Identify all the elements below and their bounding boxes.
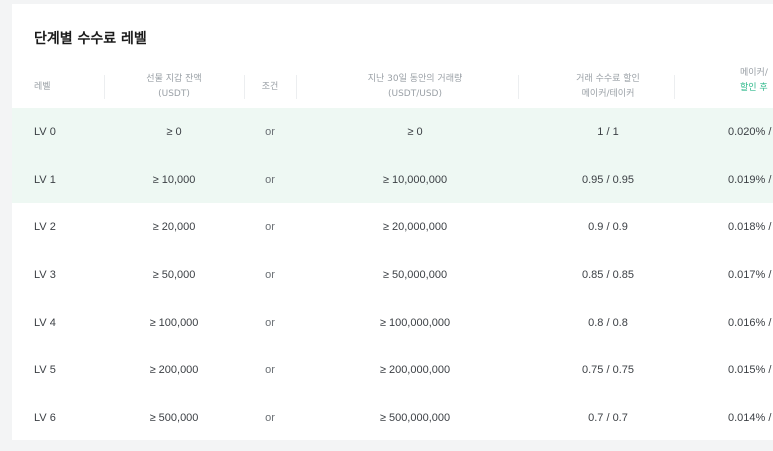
cell-fee: 0.017% / [728,268,772,281]
fee-level-card: 단계별 수수료 레벨 레벨 선물 지갑 잔액 (USDT) 조건 지난 30일 … [12,4,773,440]
table-body: LV 0 ≥ 0 or ≥ 0 1 / 1 0.020% / LV 1 ≥ 10… [12,108,773,440]
cell-volume: ≥ 200,000,000 [379,364,451,377]
cell-level: LV 4 [34,316,56,329]
cell-fee: 0.020% / [728,125,772,138]
header-condition: 조건 [244,66,296,108]
cell-volume: ≥ 0 [407,125,423,138]
header-fee-sub: 할인 후 [740,83,768,93]
table-row: LV 0 ≥ 0 or ≥ 0 1 / 1 0.020% / [12,108,773,156]
cell-balance: ≥ 0 [166,125,182,138]
table-row: LV 2 ≥ 20,000 or ≥ 20,000,000 0.9 / 0.9 … [12,203,773,251]
cell-volume: ≥ 50,000,000 [382,268,448,281]
cell-level: LV 6 [34,411,56,424]
header-level: 레벨 [34,66,114,108]
cell-condition: or [265,364,275,377]
cell-volume: ≥ 500,000,000 [379,411,451,424]
cell-fee: 0.019% / [728,173,772,186]
cell-condition: or [265,221,275,234]
section-title: 단계별 수수료 레벨 [34,31,147,47]
cell-balance: ≥ 50,000 [152,268,196,281]
cell-balance: ≥ 10,000 [152,173,196,186]
header-discount-sub: 메이커/테이커 [581,89,635,99]
cell-condition: or [265,125,275,138]
cell-condition: or [265,411,275,424]
header-balance-label: 선물 지갑 잔액 [146,74,202,84]
cell-balance: ≥ 200,000 [149,364,199,377]
cell-condition: or [265,316,275,329]
cell-level: LV 5 [34,364,56,377]
header-balance-unit: (USDT) [158,89,190,99]
table-row: LV 4 ≥ 100,000 or ≥ 100,000,000 0.8 / 0.… [12,299,773,347]
cell-fee: 0.018% / [728,221,772,234]
cell-discount: 0.9 / 0.9 [588,221,628,234]
table-row: LV 3 ≥ 50,000 or ≥ 50,000,000 0.85 / 0.8… [12,251,773,299]
header-level-label: 레벨 [34,81,51,92]
cell-discount: 0.75 / 0.75 [582,364,634,377]
header-volume: 지난 30일 동안의 거래량 (USDT/USD) [296,66,534,108]
cell-level: LV 2 [34,221,56,234]
table-row: LV 6 ≥ 500,000 or ≥ 500,000,000 0.7 / 0.… [12,394,773,440]
cell-discount: 0.7 / 0.7 [588,411,628,424]
cell-volume: ≥ 20,000,000 [382,221,448,234]
header-balance: 선물 지갑 잔액 (USDT) [104,66,244,108]
cell-balance: ≥ 20,000 [152,221,196,234]
header-fee: 메이커/ 할인 후 [674,66,773,108]
table-header: 레벨 선물 지갑 잔액 (USDT) 조건 지난 30일 동안의 거래량 (US… [12,66,773,108]
cell-fee: 0.016% / [728,316,772,329]
header-volume-label: 지난 30일 동안의 거래량 [367,74,463,84]
cell-balance: ≥ 500,000 [149,411,199,424]
cell-condition: or [265,173,275,186]
cell-balance: ≥ 100,000 [149,316,199,329]
cell-fee: 0.014% / [728,411,772,424]
cell-discount: 0.8 / 0.8 [588,316,628,329]
cell-volume: ≥ 10,000,000 [382,173,448,186]
cell-discount: 0.85 / 0.85 [582,268,634,281]
header-discount: 거래 수수료 할인 메이커/테이커 [518,66,698,108]
header-volume-unit: (USDT/USD) [387,89,442,99]
table-row: LV 1 ≥ 10,000 or ≥ 10,000,000 0.95 / 0.9… [12,155,773,204]
cell-level: LV 0 [34,125,56,138]
header-condition-label: 조건 [261,81,279,92]
table-row: LV 5 ≥ 200,000 or ≥ 200,000,000 0.75 / 0… [12,346,773,394]
header-discount-label: 거래 수수료 할인 [576,74,640,84]
cell-discount: 0.95 / 0.95 [582,173,634,186]
cell-discount: 1 / 1 [597,125,619,138]
header-fee-label: 메이커/ [740,68,768,78]
cell-level: LV 3 [34,268,56,281]
cell-fee: 0.015% / [728,364,772,377]
cell-volume: ≥ 100,000,000 [379,316,451,329]
cell-condition: or [265,268,275,281]
cell-level: LV 1 [34,173,56,186]
